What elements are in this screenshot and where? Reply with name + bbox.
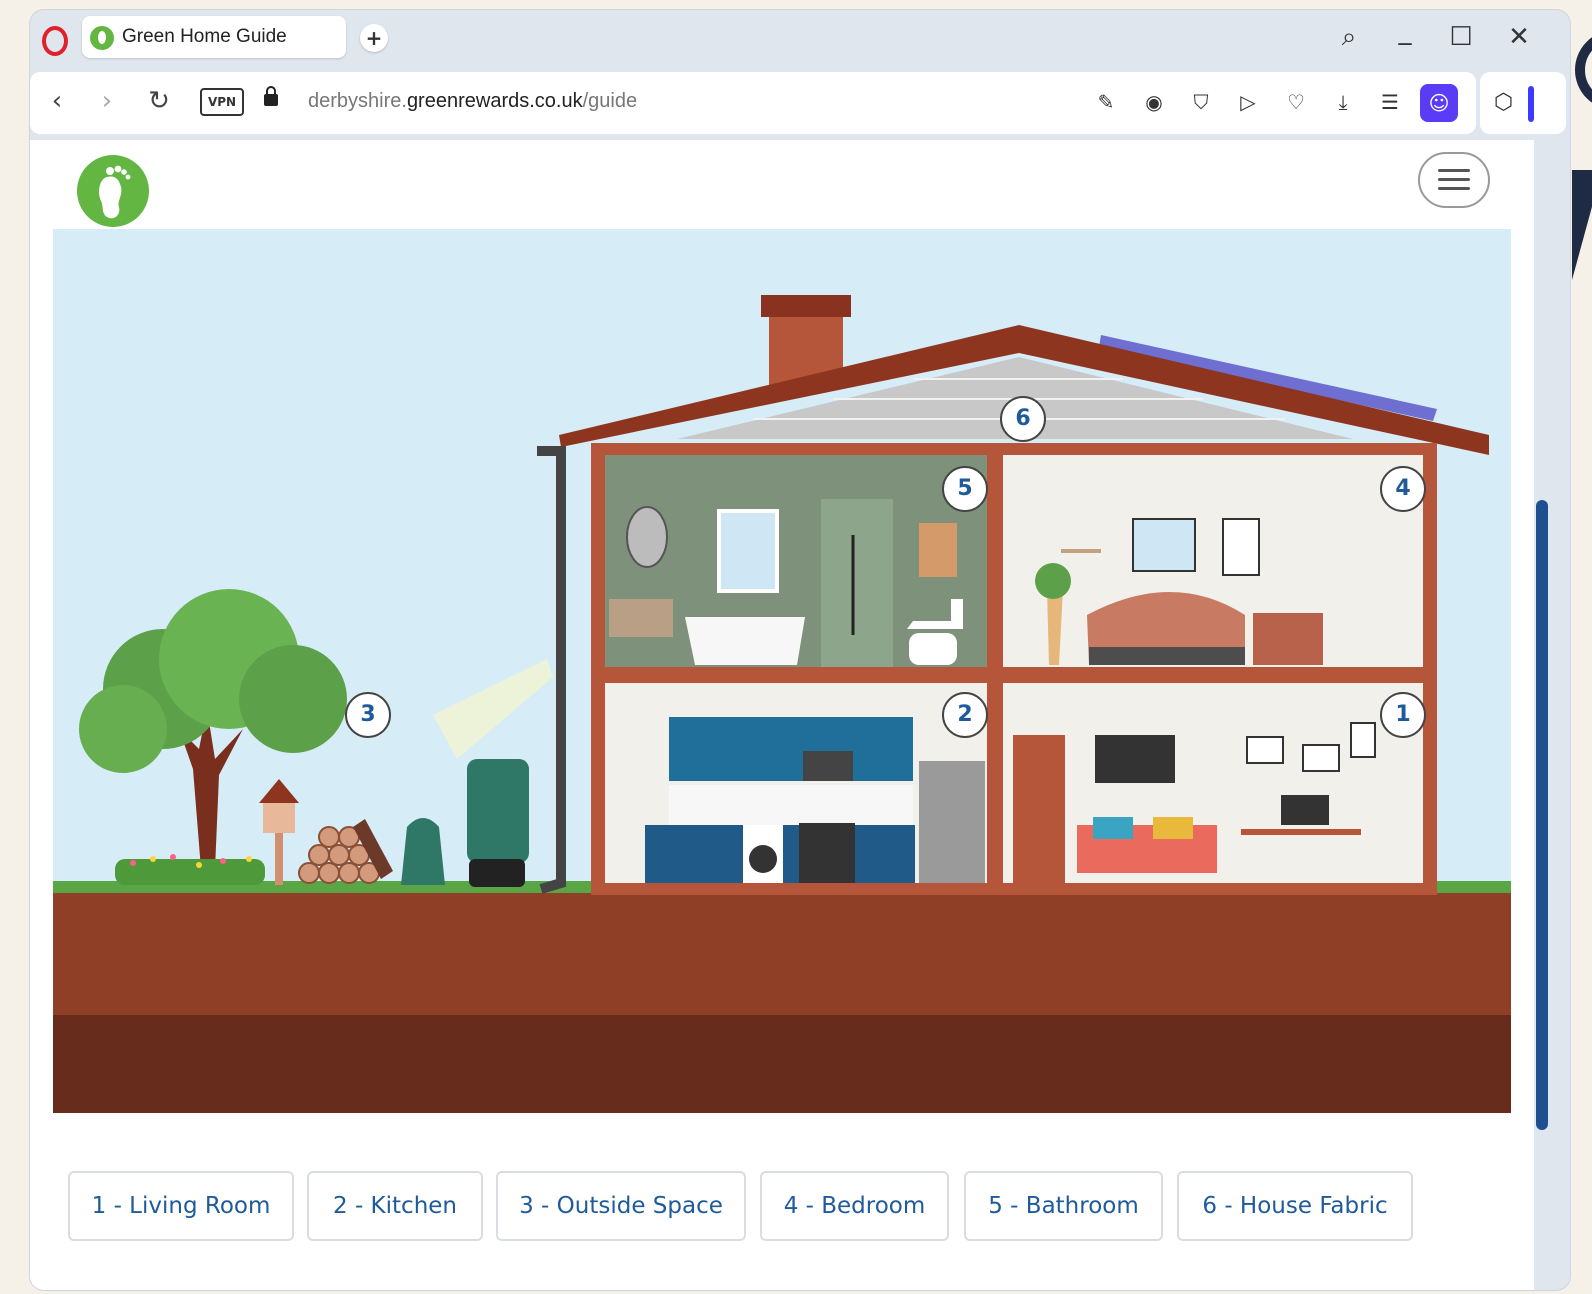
footprint-icon: [99, 165, 131, 219]
profile-icon[interactable]: ☺: [1420, 84, 1458, 122]
outside-space-button[interactable]: 3 - Outside Space: [496, 1171, 746, 1241]
bathroom-button[interactable]: 5 - Bathroom: [964, 1171, 1163, 1241]
send-icon[interactable]: ▷: [1234, 88, 1262, 116]
new-tab-button[interactable]: +: [360, 24, 388, 52]
living-room-button[interactable]: 1 - Living Room: [68, 1171, 294, 1241]
download-icon[interactable]: ⤓: [1329, 88, 1357, 116]
close-button[interactable]: ✕: [1502, 22, 1536, 52]
vpn-badge[interactable]: VPN: [200, 88, 244, 116]
hotspot-outside-space[interactable]: 3: [345, 692, 391, 738]
footprint-favicon-icon: [90, 26, 114, 50]
reload-button[interactable]: ↻: [144, 86, 174, 116]
camera-icon[interactable]: ◉: [1140, 88, 1168, 116]
settings-icon[interactable]: ☰: [1376, 88, 1404, 116]
decorative-shape: [1572, 170, 1592, 280]
kitchen-button[interactable]: 2 - Kitchen: [307, 1171, 483, 1241]
hotspot-bedroom[interactable]: 4: [1380, 466, 1426, 512]
hamburger-menu-button[interactable]: [1418, 152, 1490, 208]
search-icon[interactable]: ⌕: [1332, 22, 1366, 53]
decorative-ring: [1575, 30, 1592, 110]
address-bar[interactable]: derbyshire.greenrewards.co.uk/guide: [308, 90, 637, 113]
extensions-area: ⬡: [1480, 72, 1566, 134]
url-domain: greenrewards.co.uk: [406, 90, 583, 112]
house-illustration: 1 2 3 4 5 6: [53, 229, 1511, 1113]
house-fabric-button[interactable]: 6 - House Fabric: [1177, 1171, 1413, 1241]
url-subdomain: derbyshire.: [308, 90, 407, 112]
url-path: /guide: [582, 90, 638, 112]
title-bar: Green Home Guide + ⌕ _ ☐ ✕: [30, 10, 1570, 70]
scrollbar-thumb[interactable]: [1536, 500, 1548, 1130]
extensions-cube-icon[interactable]: ⬡: [1494, 90, 1513, 115]
maximize-button[interactable]: ☐: [1444, 22, 1478, 52]
back-button[interactable]: ‹: [42, 86, 72, 116]
hotspot-bathroom[interactable]: 5: [942, 466, 988, 512]
snap-icon[interactable]: ✎: [1092, 88, 1120, 116]
tab-title: Green Home Guide: [122, 26, 287, 47]
web-page: 1 2 3 4 5 6 1 - Living Room 2 - Kitchen …: [30, 140, 1534, 1290]
browser-tab[interactable]: Green Home Guide: [82, 16, 346, 58]
forward-button[interactable]: ›: [92, 86, 122, 116]
opera-logo-icon[interactable]: [42, 26, 68, 56]
bedroom-button[interactable]: 4 - Bedroom: [760, 1171, 949, 1241]
hotspot-house-fabric[interactable]: 6: [1000, 396, 1046, 442]
shield-icon[interactable]: ⛉: [1187, 88, 1215, 116]
hotspot-living-room[interactable]: 1: [1380, 692, 1426, 738]
heart-icon[interactable]: ♡: [1282, 88, 1310, 116]
green-footprint-logo[interactable]: [77, 155, 149, 227]
lock-icon[interactable]: [264, 86, 278, 106]
hotspot-kitchen[interactable]: 2: [942, 692, 988, 738]
browser-window: Green Home Guide + ⌕ _ ☐ ✕ ‹ › ↻ VPN der…: [30, 10, 1570, 1290]
address-toolbar: ‹ › ↻ VPN derbyshire.greenrewards.co.uk/…: [30, 72, 1476, 134]
house-scene-svg: [53, 229, 1511, 1113]
sidebar-indicator: [1528, 86, 1534, 122]
minimize-button[interactable]: _: [1388, 16, 1422, 46]
